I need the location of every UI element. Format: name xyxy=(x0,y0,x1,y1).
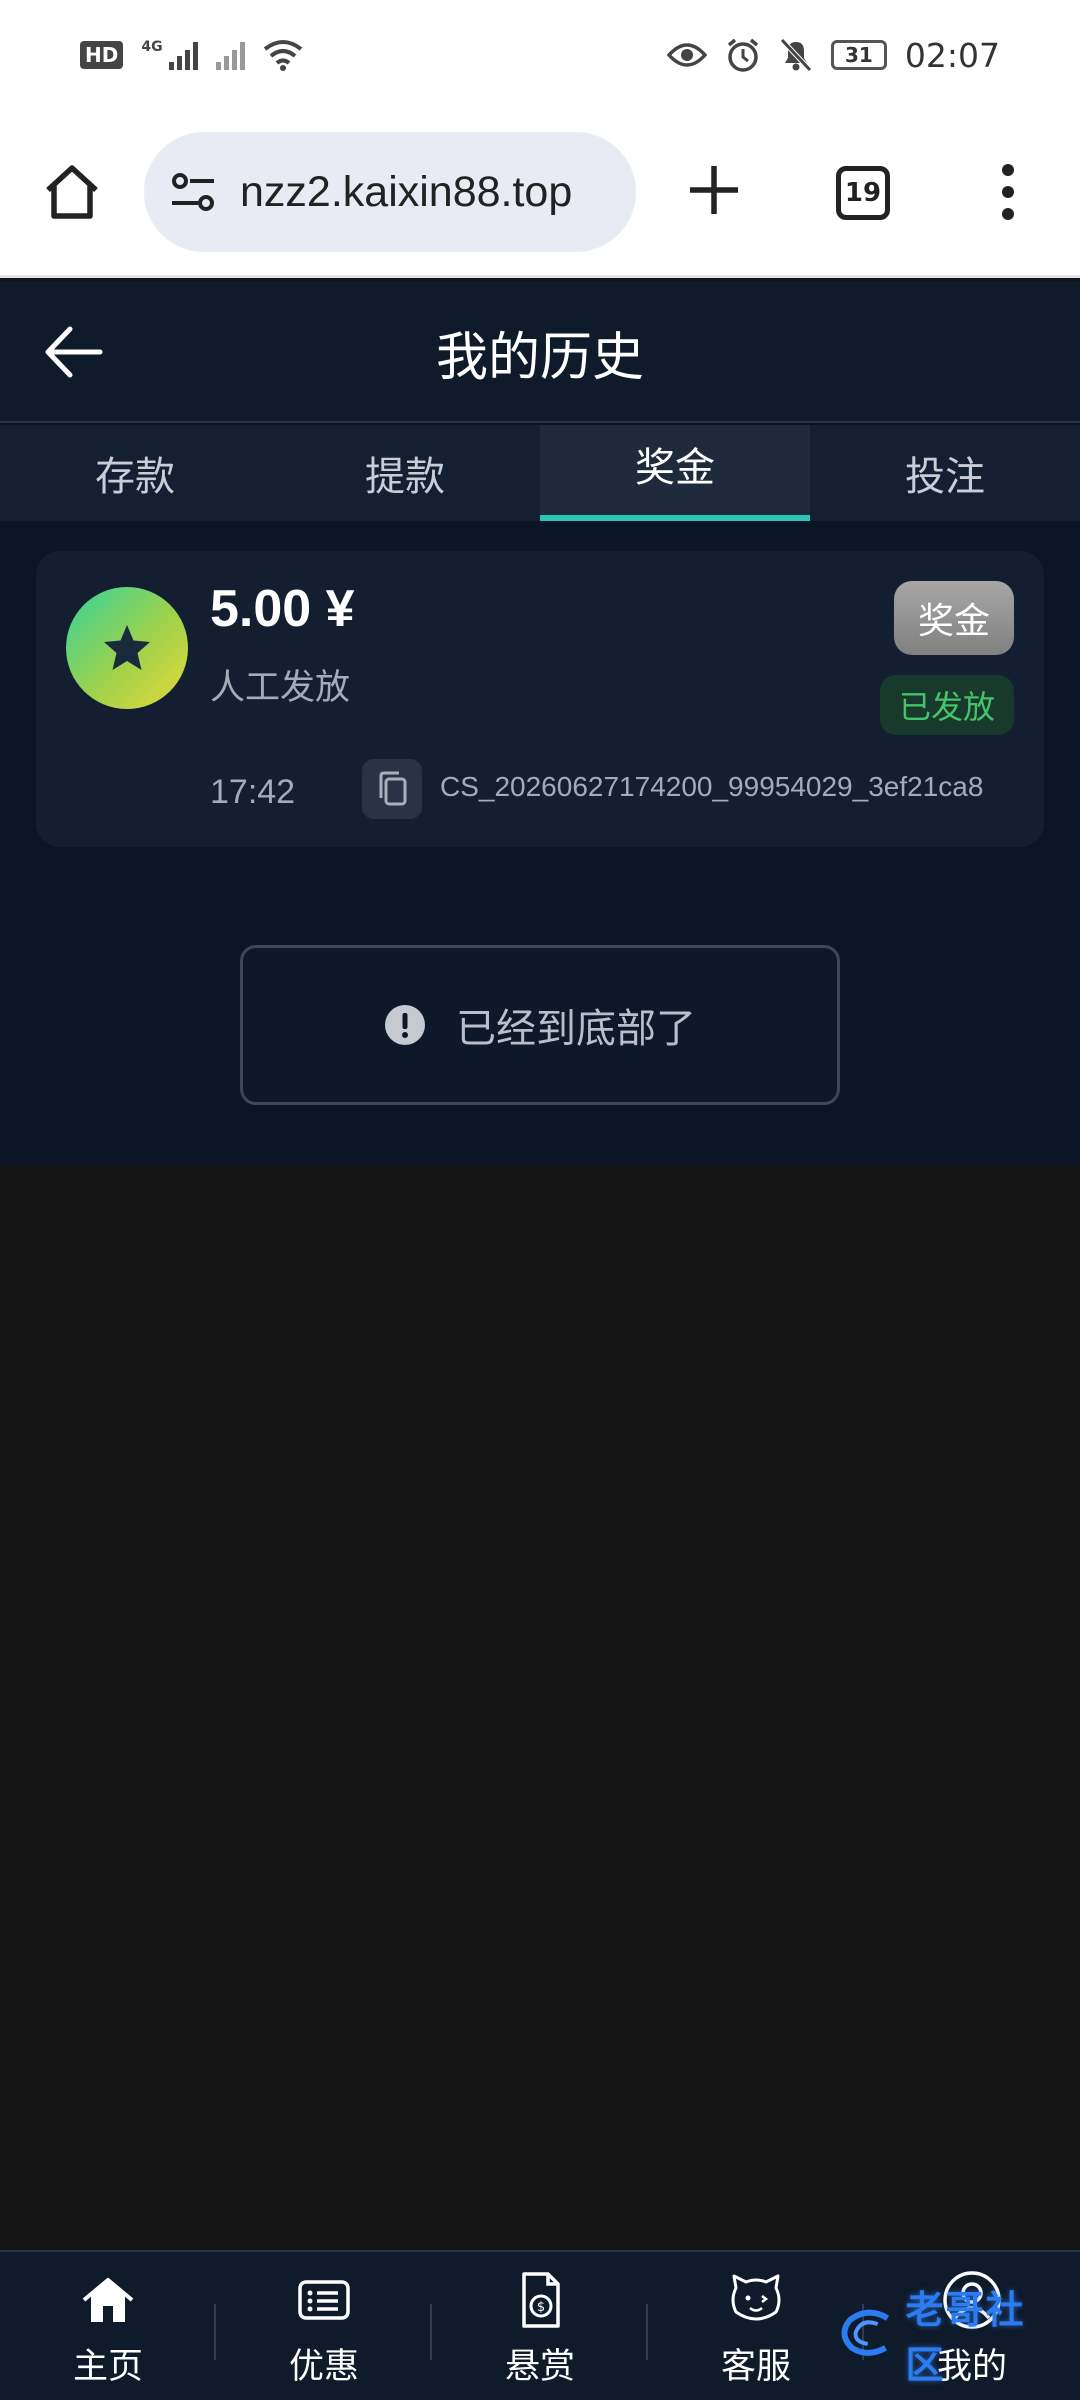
record-status-badge: 已发放 xyxy=(880,675,1014,735)
network-type: 4G xyxy=(141,39,163,55)
info-exclamation-icon xyxy=(385,1005,425,1045)
customer-service-icon xyxy=(731,2274,781,2321)
bonus-record-card[interactable]: 5.00 ¥ 人工发放 奖金 已发放 17:42 CS_202606271742… xyxy=(36,551,1044,847)
reward-doc-icon: $ xyxy=(522,2272,560,2328)
page-title: 我的历史 xyxy=(435,327,644,388)
home-icon xyxy=(82,2278,134,2322)
end-of-list-text: 已经到底部了 xyxy=(456,1006,696,1052)
status-right: 31 02:07 xyxy=(666,35,1000,75)
nav-promotions[interactable]: 优惠 xyxy=(216,2252,432,2400)
bottom-navigation: 主页 优惠 $ 悬赏 客服 我的 xyxy=(0,2250,1080,2400)
tab-deposit[interactable]: 存款 xyxy=(0,425,270,521)
hd-badge: HD xyxy=(80,41,124,69)
nav-profile[interactable]: 我的 xyxy=(864,2252,1080,2400)
status-bar: HD 4G 31 02:07 xyxy=(0,0,1080,110)
url-text[interactable]: nzz2.kaixin88.top xyxy=(240,168,572,217)
alarm-icon xyxy=(727,38,759,72)
more-menu-icon[interactable] xyxy=(996,162,1020,222)
signal-2-icon xyxy=(215,40,245,70)
nav-promotions-label: 优惠 xyxy=(288,2347,359,2387)
tab-switcher-button[interactable]: 19 xyxy=(836,166,890,220)
nav-profile-label: 我的 xyxy=(936,2347,1007,2387)
record-time: 17:42 xyxy=(210,773,296,811)
status-left: HD 4G xyxy=(80,39,303,71)
site-settings-icon[interactable] xyxy=(168,166,220,218)
copy-order-button[interactable] xyxy=(362,759,422,819)
battery-indicator: 31 xyxy=(830,40,887,70)
new-tab-icon[interactable] xyxy=(686,162,742,218)
nav-rewards-label: 悬赏 xyxy=(504,2347,575,2387)
signal-icon xyxy=(168,40,198,70)
end-of-list-notice: 已经到底部了 xyxy=(240,945,840,1105)
history-page: 我的历史 存款 提款 奖金 投注 5.00 ¥ 人工发放 奖金 已发放 17:4… xyxy=(0,281,1080,1166)
browser-home-icon[interactable] xyxy=(40,160,104,224)
star-coin-icon xyxy=(66,587,188,709)
order-id[interactable]: CS_20260627174200_99954029_3ef21ca8 xyxy=(440,771,983,803)
browser-toolbar: nzz2.kaixin88.top 19 xyxy=(0,110,1080,278)
nav-customer-service-label: 客服 xyxy=(720,2347,791,2387)
tab-bonus[interactable]: 奖金 xyxy=(540,425,810,521)
mute-bell-icon xyxy=(780,38,812,72)
app-header: 我的历史 xyxy=(0,281,1080,423)
tab-withdraw[interactable]: 提款 xyxy=(270,425,540,521)
wifi-icon xyxy=(263,40,302,71)
svg-text:$: $ xyxy=(537,2300,545,2315)
clock: 02:07 xyxy=(904,35,1000,75)
address-bar[interactable]: nzz2.kaixin88.top xyxy=(144,132,636,252)
nav-customer-service[interactable]: 客服 xyxy=(648,2252,864,2400)
record-amount: 5.00 ¥ xyxy=(210,580,355,638)
promo-list-icon xyxy=(298,2280,350,2320)
profile-icon xyxy=(943,2271,1001,2329)
record-source: 人工发放 xyxy=(210,668,351,708)
back-arrow-icon[interactable] xyxy=(40,317,110,387)
history-tabs: 存款 提款 奖金 投注 xyxy=(0,425,1080,521)
tab-bets[interactable]: 投注 xyxy=(810,425,1080,521)
nav-rewards[interactable]: $ 悬赏 xyxy=(432,2252,648,2400)
nav-home-label: 主页 xyxy=(72,2347,143,2387)
eye-icon xyxy=(666,43,707,67)
copy-icon xyxy=(379,771,407,806)
nav-home[interactable]: 主页 xyxy=(0,2252,216,2400)
record-type-badge: 奖金 xyxy=(894,581,1014,655)
star-icon xyxy=(104,625,150,670)
